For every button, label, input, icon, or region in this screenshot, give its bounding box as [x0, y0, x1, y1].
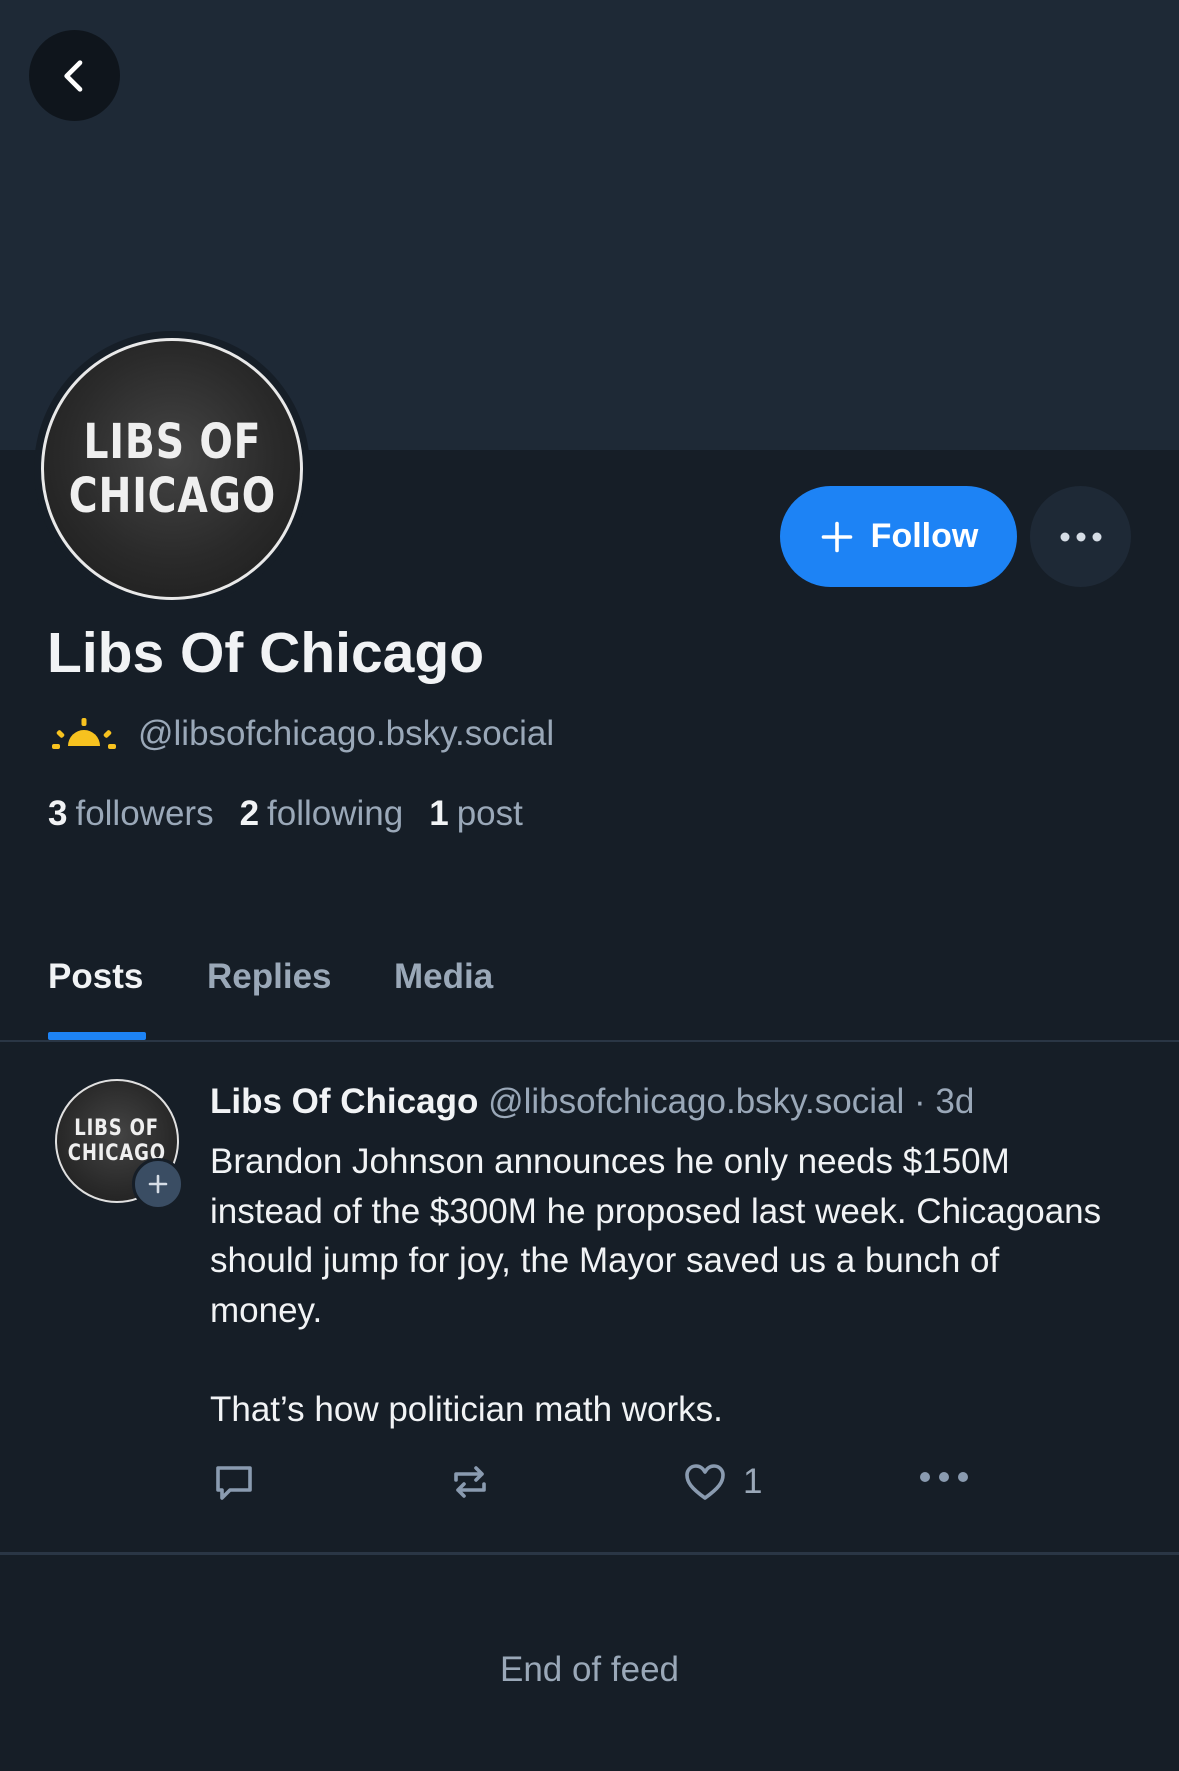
post-timestamp[interactable]: 3d [935, 1082, 974, 1121]
post-more-button[interactable] [918, 1470, 970, 1484]
followers-label: followers [75, 794, 214, 833]
posts-count: 1 [429, 794, 449, 833]
tab-media[interactable]: Media [394, 957, 493, 997]
plus-icon [821, 521, 852, 552]
chevron-left-icon [63, 59, 82, 92]
profile-avatar[interactable]: LIBS OF CHICAGO [34, 331, 310, 607]
post-avatar-logo-line-1: LIBS OF [74, 1116, 160, 1141]
like-button[interactable]: 1 [681, 1458, 762, 1506]
post-paragraph-1: Brandon Johnson announces he only needs … [210, 1142, 1102, 1330]
post-header: Libs Of Chicago @libsofchicago.bsky.soci… [210, 1082, 974, 1122]
reply-button[interactable] [210, 1458, 258, 1506]
avatar-logo-line-2: CHICAGO [68, 468, 276, 524]
following-label: following [267, 794, 404, 833]
end-of-feed-label: End of feed [499, 1650, 680, 1689]
plus-icon [148, 1174, 168, 1194]
tab-replies[interactable]: Replies [207, 957, 332, 997]
follow-button[interactable]: Follow [780, 486, 1017, 587]
profile-tabs: Posts Replies Media [0, 940, 1179, 1042]
sunrise-icon [52, 718, 116, 749]
handle-row: @libsofchicago.bsky.social [52, 712, 554, 756]
repost-button[interactable] [446, 1458, 494, 1506]
post-paragraph-2: That’s how politician math works. [210, 1389, 723, 1429]
post-body: Brandon Johnson announces he only needs … [210, 1137, 1110, 1434]
like-count: 1 [743, 1462, 763, 1501]
posts-label: post [456, 794, 523, 833]
post-separator: · [914, 1082, 926, 1121]
post-author-handle[interactable]: @libsofchicago.bsky.social [488, 1082, 904, 1121]
following-count: 2 [239, 794, 260, 833]
comment-icon [216, 1466, 252, 1500]
active-tab-indicator [48, 1032, 146, 1040]
avatar-logo-line-1: LIBS OF [83, 414, 261, 470]
follow-badge[interactable] [132, 1158, 184, 1210]
back-button[interactable] [29, 30, 120, 121]
profile-handle: @libsofchicago.bsky.social [138, 714, 555, 753]
heart-icon [685, 1464, 725, 1500]
posts-stat: 1 post [429, 794, 523, 834]
followers-count: 3 [48, 794, 68, 833]
more-horizontal-icon [920, 1472, 968, 1482]
tab-posts[interactable]: Posts [48, 957, 143, 997]
followers-stat[interactable]: 3 followers [48, 794, 214, 834]
follow-label: Follow [870, 517, 979, 555]
post-actions: 1 [210, 1458, 1110, 1508]
avatar-logo: LIBS OF CHICAGO [41, 338, 303, 600]
profile-stats: 3 followers 2 following 1 post [48, 794, 523, 834]
more-horizontal-icon [1060, 532, 1101, 541]
repost-icon [454, 1466, 486, 1498]
profile-more-button[interactable] [1030, 486, 1131, 587]
display-name: Libs Of Chicago [47, 621, 485, 685]
following-stat[interactable]: 2 following [240, 794, 404, 834]
post-author-name[interactable]: Libs Of Chicago [210, 1082, 478, 1121]
